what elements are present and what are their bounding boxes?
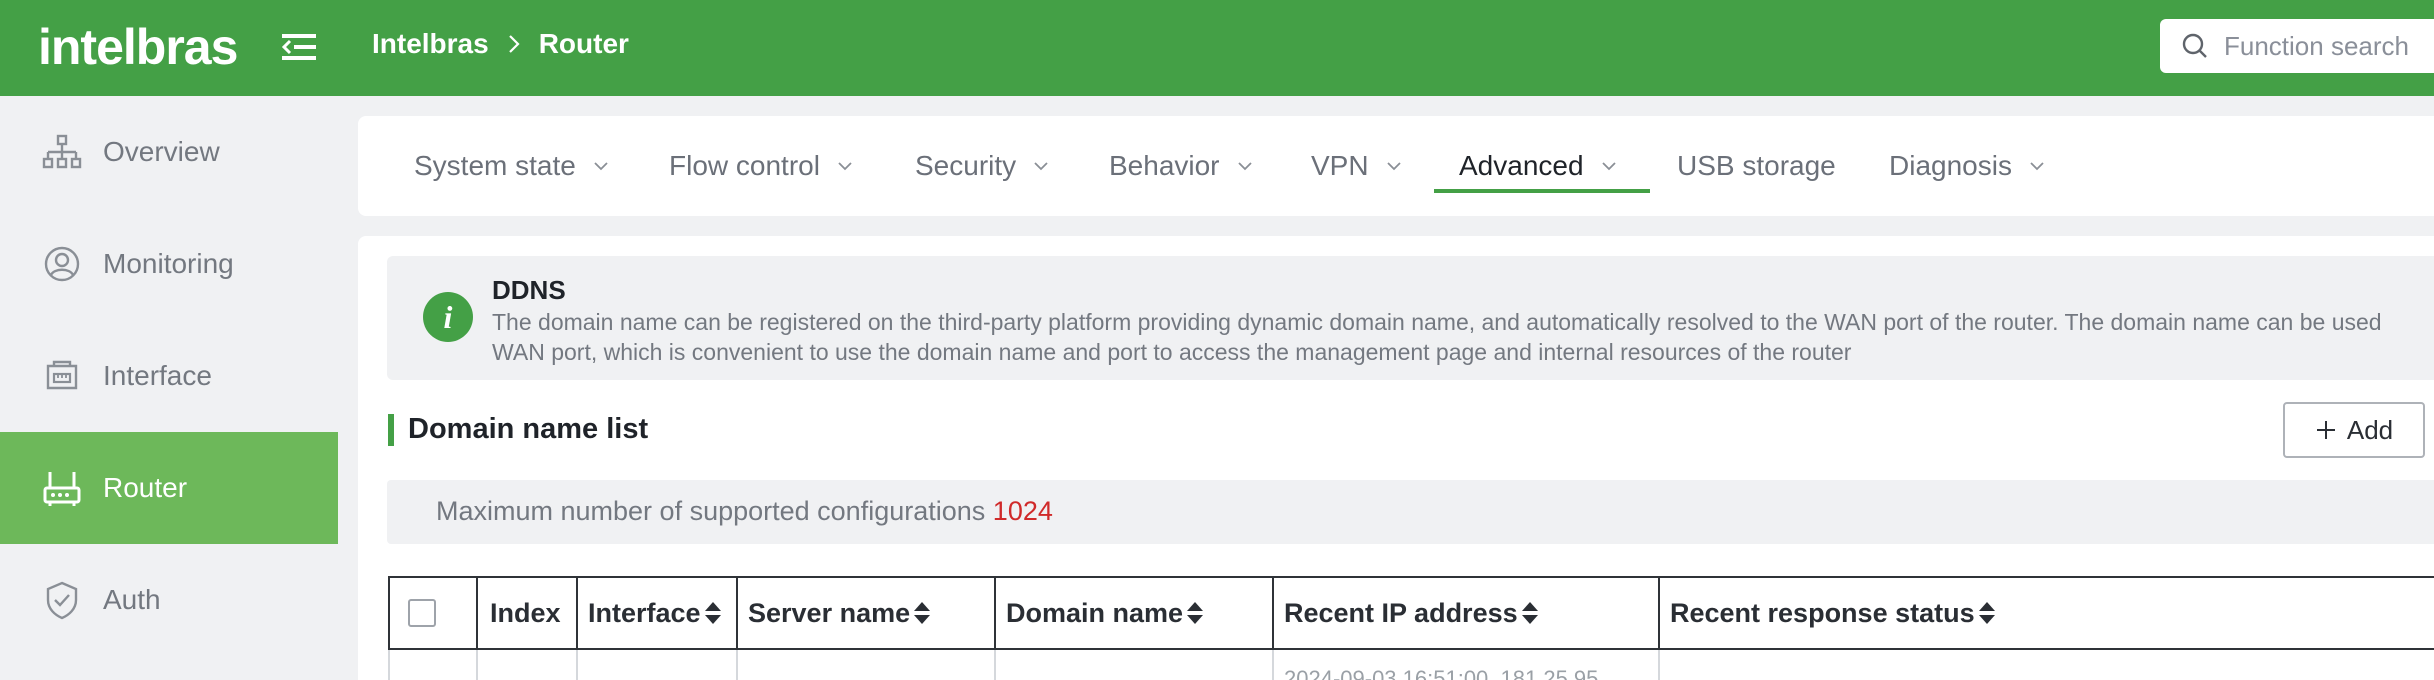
table-cell-recent-ip: 2024-09-03 16:51:00, 181.25.95 [1284, 666, 1599, 680]
sidebar-item-router[interactable]: Router [0, 432, 338, 544]
info-title: DDNS [492, 275, 566, 305]
cell-divider [736, 650, 738, 680]
column-label: Index [490, 597, 561, 628]
cell-divider [1272, 650, 1274, 680]
sidebar-item-interface[interactable]: Interface [0, 320, 338, 432]
top-bar: intelbras Intelbras Router [0, 0, 2434, 96]
tab-behavior[interactable]: Behavior [1109, 116, 1254, 216]
breadcrumb-item-intelbras[interactable]: Intelbras [372, 28, 489, 60]
tab-label: Diagnosis [1889, 150, 2012, 181]
column-label: Recent response status [1670, 597, 1975, 628]
sidebar-item-overview[interactable]: Overview [0, 96, 338, 208]
sort-icon[interactable] [1520, 600, 1540, 626]
breadcrumb: Intelbras Router [372, 28, 629, 60]
add-button[interactable]: Add [2283, 402, 2425, 458]
interface-icon [46, 360, 78, 390]
breadcrumb-item-router: Router [538, 28, 629, 59]
column-header-index: Index [478, 578, 578, 648]
sort-icon[interactable] [912, 600, 932, 626]
chevron-down-icon [1386, 162, 1401, 171]
search-input[interactable] [2224, 30, 2434, 62]
tab-system-state[interactable]: System state [414, 116, 610, 216]
sidebar-item-label: Router [103, 472, 188, 503]
column-header-recent-response-status[interactable]: Recent response status [1660, 578, 2434, 648]
tab-label: Advanced [1459, 150, 1584, 181]
column-label: Recent IP address [1284, 597, 1518, 628]
tab-advanced[interactable]: Advanced [1459, 116, 1618, 216]
cell-divider [476, 650, 478, 680]
select-all-checkbox[interactable] [408, 599, 436, 627]
tab-label: System state [414, 150, 576, 181]
sidebar-item-label: Interface [103, 360, 212, 391]
tab-flow-control[interactable]: Flow control [669, 116, 854, 216]
sidebar-item-auth[interactable]: Auth [0, 544, 338, 656]
tab-label: USB storage [1677, 150, 1836, 181]
column-header-recent-ip-address[interactable]: Recent IP address [1274, 578, 1660, 648]
chevron-down-icon [1034, 162, 1048, 171]
sort-icon[interactable] [1185, 600, 1205, 626]
search-icon [2182, 33, 2207, 58]
chevron-down-icon [2030, 162, 2044, 171]
add-button-label: Add [2346, 414, 2394, 445]
router-icon [43, 472, 81, 506]
column-header-domain-name[interactable]: Domain name [996, 578, 1274, 648]
column-label: Server name [748, 597, 911, 628]
sidebar-item-label: Overview [103, 136, 220, 167]
svg-text:i: i [444, 299, 453, 335]
domain-name-table: Index Interface Server name Domain name … [388, 576, 2434, 650]
plus-icon [2316, 421, 2335, 439]
sort-icon[interactable] [1977, 600, 1997, 626]
section-accent-bar [388, 414, 394, 446]
column-label: Interface [588, 597, 701, 628]
chevron-down-icon [1237, 162, 1252, 171]
tab-diagnosis[interactable]: Diagnosis [1889, 116, 2046, 216]
chevron-down-icon [594, 162, 608, 171]
function-search[interactable] [2160, 19, 2434, 73]
chevron-down-icon [1601, 162, 1616, 171]
max-config-value: 1024 [992, 496, 1053, 526]
sidebar-item-label: Auth [103, 584, 161, 615]
info-description: The domain name can be registered on the… [492, 307, 2434, 367]
logo[interactable]: intelbras [38, 18, 238, 76]
cell-divider [576, 650, 578, 680]
cell-divider [1658, 650, 1660, 680]
cell-divider [994, 650, 996, 680]
tab-usb-storage[interactable]: USB storage [1677, 116, 1836, 216]
column-header-server-name[interactable]: Server name [738, 578, 996, 648]
sidebar: Overview Monitoring Interface Router Aut… [0, 96, 338, 680]
user-circle-icon [44, 246, 80, 282]
tab-security[interactable]: Security [915, 116, 1050, 216]
column-label: Domain name [1006, 597, 1184, 628]
sitemap-icon [42, 134, 82, 169]
select-all-cell [390, 578, 478, 648]
info-description-line: WAN port, which is convenient to use the… [492, 339, 1852, 365]
column-header-interface[interactable]: Interface [578, 578, 738, 648]
sidebar-item-label: Monitoring [103, 248, 234, 279]
shield-check-icon [46, 581, 78, 620]
sort-icon[interactable] [703, 600, 723, 626]
section-title: Domain name list [408, 413, 649, 445]
active-tab-indicator [1434, 189, 1650, 193]
info-description-line: The domain name can be registered on the… [492, 309, 2382, 335]
tab-label: Flow control [669, 150, 820, 181]
tab-vpn[interactable]: VPN [1311, 116, 1403, 216]
chevron-right-icon [508, 35, 520, 53]
info-icon: i [423, 292, 473, 342]
max-config-label: Maximum number of supported configuratio… [436, 496, 986, 526]
max-config-text: Maximum number of supported configuratio… [436, 496, 1053, 527]
tab-label: Behavior [1109, 150, 1220, 181]
tab-label: VPN [1311, 150, 1369, 181]
sidebar-item-monitoring[interactable]: Monitoring [0, 208, 338, 320]
menu-collapse-icon[interactable] [281, 31, 316, 63]
chevron-down-icon [838, 162, 852, 171]
tab-label: Security [915, 150, 1017, 181]
